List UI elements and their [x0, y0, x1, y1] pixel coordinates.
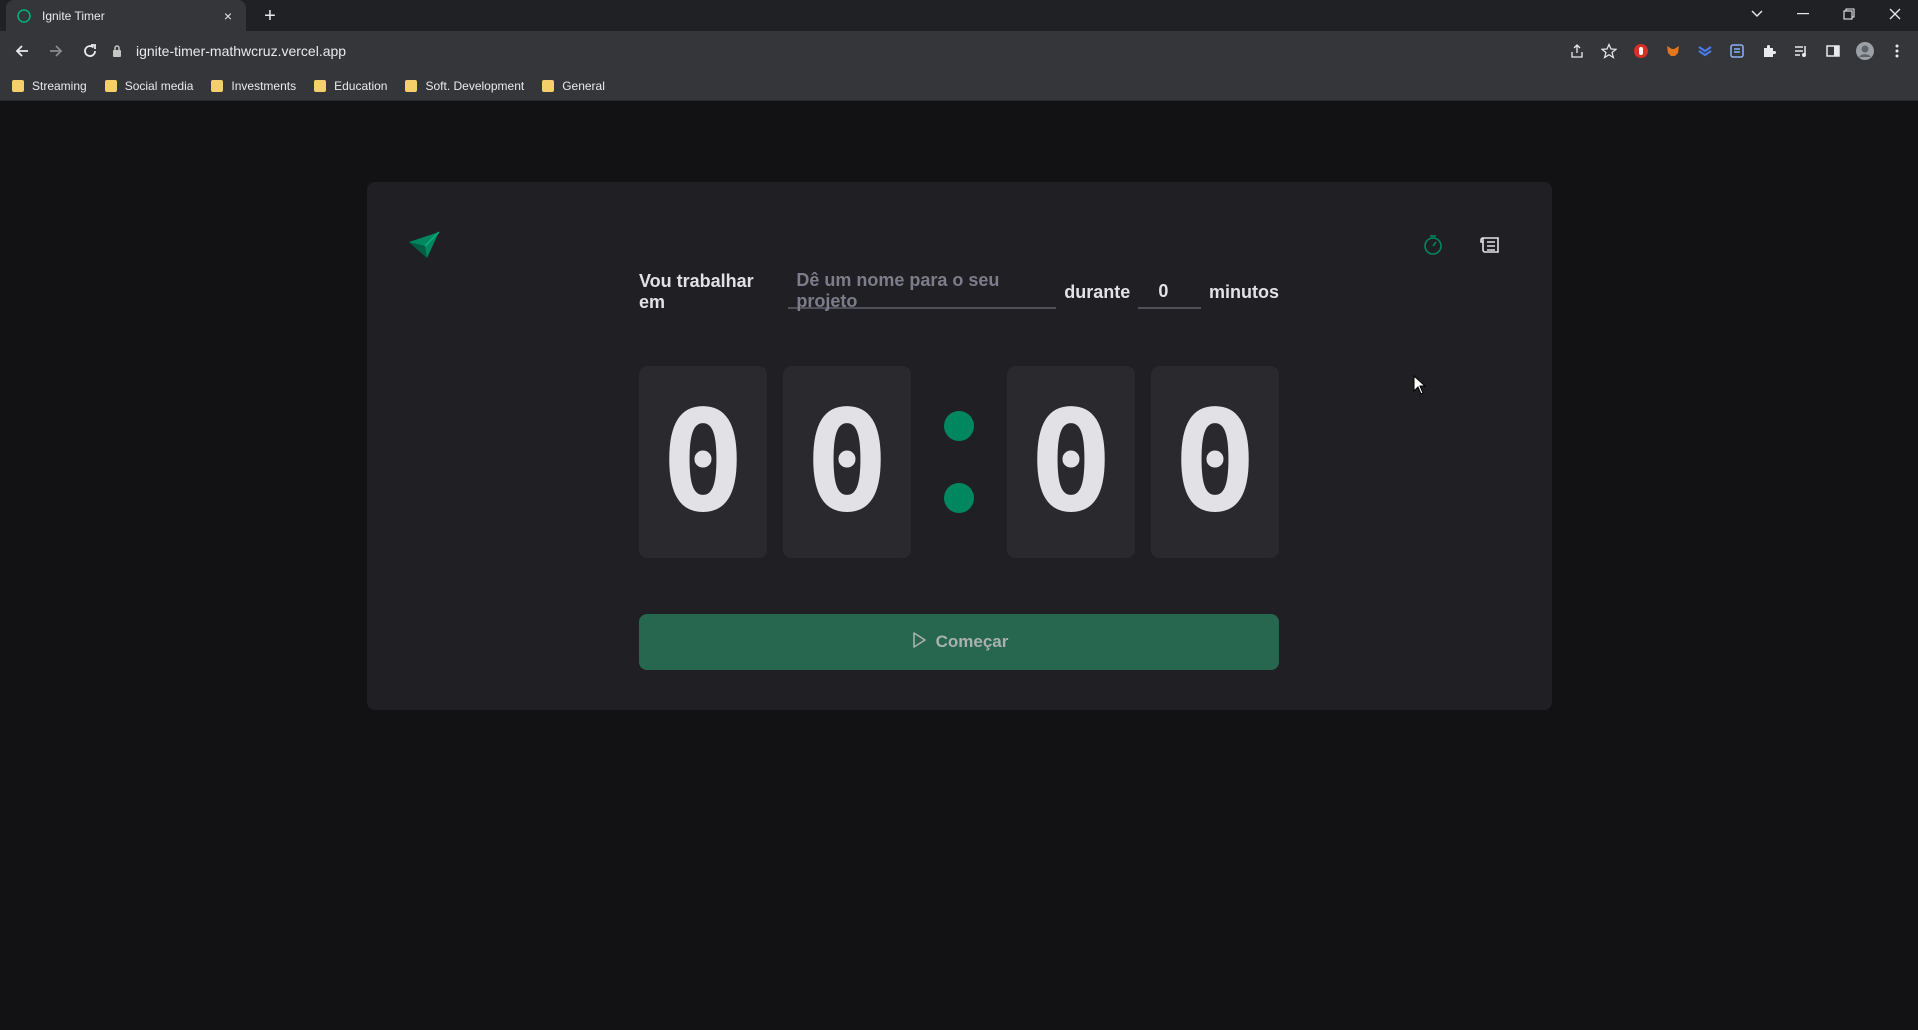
separator-dot	[944, 483, 974, 513]
bookmark-label: General	[562, 78, 605, 93]
logo-icon	[407, 228, 441, 262]
new-tab-button[interactable]: +	[258, 4, 282, 28]
profile-avatar-icon[interactable]	[1854, 40, 1876, 62]
share-icon[interactable]	[1566, 40, 1588, 62]
separator-dot	[944, 411, 974, 441]
seconds-tens-digit: 0	[1007, 366, 1135, 558]
mouse-cursor-icon	[1413, 374, 1427, 400]
start-button-label: Começar	[935, 632, 1009, 651]
menu-kebab-icon[interactable]	[1886, 40, 1908, 62]
folder-icon	[211, 79, 224, 92]
history-icon[interactable]	[1478, 232, 1504, 258]
minutes-ones-digit: 0	[783, 366, 911, 558]
minutes-tens-digit: 0	[639, 366, 767, 558]
extension-reader-icon[interactable]	[1726, 40, 1748, 62]
metamask-icon[interactable]	[1662, 40, 1684, 62]
toolbar-actions	[1566, 35, 1908, 67]
countdown-separator	[927, 366, 991, 558]
during-label: durante	[1064, 281, 1131, 302]
timer-icon[interactable]	[1420, 232, 1446, 258]
folder-icon	[542, 79, 555, 92]
play-icon	[910, 631, 928, 654]
browser-toolbar: ignite-timer-mathwcruz.vercel.app	[0, 31, 1918, 71]
bookmark-folder-investments[interactable]: Investments	[211, 79, 296, 93]
url-text[interactable]: ignite-timer-mathwcruz.vercel.app	[136, 43, 346, 59]
bookmark-label: Soft. Development	[425, 78, 525, 93]
bookmark-folder-streaming[interactable]: Streaming	[12, 79, 87, 93]
minutes-label: minutos	[1209, 281, 1279, 302]
back-icon[interactable]	[6, 35, 38, 67]
minimize-icon[interactable]	[1780, 0, 1826, 28]
bookmark-label: Investments	[231, 78, 297, 93]
browser-tab[interactable]: Ignite Timer ×	[6, 0, 246, 31]
restore-icon[interactable]	[1826, 0, 1872, 28]
forward-icon[interactable]	[40, 35, 72, 67]
folder-icon	[314, 79, 327, 92]
folder-icon	[405, 79, 418, 92]
task-form: Vou trabalhar em Dê um nome para o seu p…	[639, 270, 1279, 312]
bookmark-folder-education[interactable]: Education	[314, 79, 387, 93]
bookmark-label: Social media	[124, 78, 194, 93]
folder-icon	[12, 79, 24, 92]
bookmark-star-icon[interactable]	[1598, 40, 1620, 62]
bookmark-label: Streaming	[32, 78, 87, 93]
reload-icon[interactable]	[74, 35, 106, 67]
address-bar[interactable]: ignite-timer-mathwcruz.vercel.app	[110, 35, 1610, 67]
start-button[interactable]: Começar	[639, 614, 1279, 670]
seconds-ones-digit: 0	[1151, 366, 1279, 558]
extensions-puzzle-icon[interactable]	[1758, 40, 1780, 62]
window-controls	[1734, 0, 1918, 31]
media-controls-icon[interactable]	[1790, 40, 1812, 62]
bookmark-label: Education	[334, 78, 388, 93]
side-panel-icon[interactable]	[1822, 40, 1844, 62]
close-window-icon[interactable]	[1872, 0, 1918, 28]
folder-icon	[104, 79, 117, 92]
tab-strip: Ignite Timer × +	[0, 0, 1918, 31]
timer-card: Vou trabalhar em Dê um nome para o seu p…	[367, 182, 1552, 710]
countdown-display: 0 0 0 0	[639, 366, 1279, 558]
extension-red-icon[interactable]	[1630, 40, 1652, 62]
header-nav	[1420, 232, 1504, 258]
favicon-icon	[16, 8, 32, 24]
task-label: Vou trabalhar em	[639, 271, 754, 312]
close-tab-icon[interactable]: ×	[220, 8, 236, 24]
tab-title: Ignite Timer	[42, 8, 105, 23]
lock-icon[interactable]	[110, 44, 124, 58]
bookmark-folder-soft-development[interactable]: Soft. Development	[405, 79, 524, 93]
bookmark-folder-general[interactable]: General	[542, 79, 605, 93]
tab-search-icon[interactable]	[1734, 0, 1780, 28]
bookmark-folder-social-media[interactable]: Social media	[104, 78, 194, 93]
extension-blue-icon[interactable]	[1694, 40, 1716, 62]
bookmarks-bar: Streaming Social media Investments Educa…	[0, 71, 1918, 101]
task-input[interactable]: Dê um nome para o seu projeto	[788, 270, 1057, 311]
minutes-input[interactable]: 0	[1138, 275, 1201, 309]
